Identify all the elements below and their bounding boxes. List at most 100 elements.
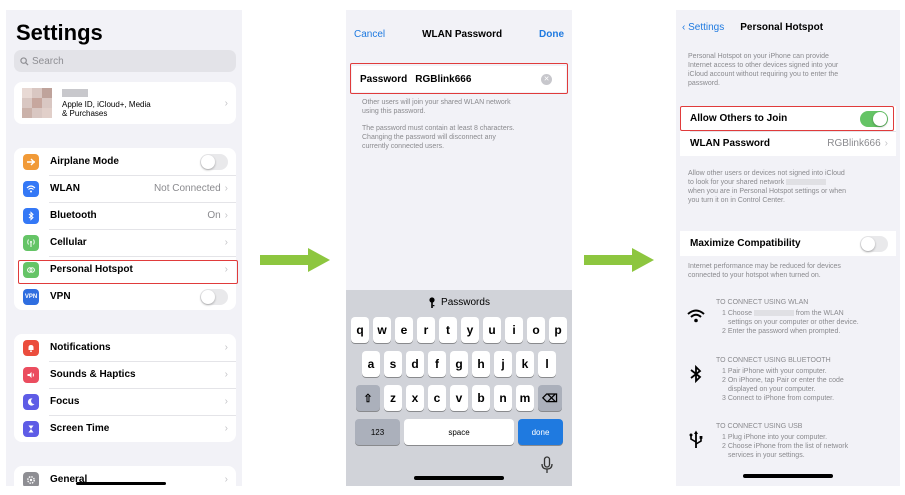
maximize-compatibility-toggle[interactable] [860, 235, 888, 252]
instruction-heading: TO CONNECT USING WLAN [716, 299, 809, 306]
wifi-icon [23, 180, 39, 197]
key-d[interactable]: d [406, 351, 424, 377]
key-k[interactable]: k [516, 351, 534, 377]
instruction-step: 2 On iPhone, tap Pair or enter the code [722, 377, 844, 384]
allow-others-toggle[interactable] [860, 110, 888, 127]
bluetooth-instructions: TO CONNECT USING BLUETOOTH 1 Pair iPhone… [686, 356, 844, 403]
key-p[interactable]: p [549, 317, 567, 343]
settings-item-label: Bluetooth [50, 210, 97, 221]
search-input[interactable]: Search [14, 50, 236, 72]
numbers-key[interactable]: 123 [355, 419, 400, 445]
chevron-right-icon: › [884, 138, 888, 149]
focus-icon [23, 393, 39, 410]
settings-item-cellular[interactable]: Cellular › [14, 229, 236, 256]
key-t[interactable]: t [439, 317, 457, 343]
key-h[interactable]: h [472, 351, 490, 377]
key-z[interactable]: z [384, 385, 402, 411]
sounds-icon [23, 366, 39, 383]
key-s[interactable]: s [384, 351, 402, 377]
settings-item-notifications[interactable]: Notifications › [14, 334, 236, 361]
shift-icon[interactable]: ⇧ [356, 385, 380, 411]
navigation-bar: ‹ Settings Personal Hotspot [682, 22, 823, 33]
key-g[interactable]: g [450, 351, 468, 377]
vpn-toggle[interactable] [200, 288, 228, 305]
key-w[interactable]: w [373, 317, 391, 343]
settings-item-screen-time[interactable]: Screen Time › [14, 415, 236, 442]
settings-item-airplane-mode[interactable]: Airplane Mode [14, 148, 236, 175]
chevron-right-icon: › [224, 183, 228, 194]
chevron-right-icon: › [224, 264, 228, 275]
instruction-step: 2 Choose iPhone from the list of network [722, 443, 849, 450]
passwords-label: Passwords [441, 297, 490, 308]
wlan-password-row[interactable]: WLAN Password RGBlink666 › [680, 131, 896, 156]
settings-item-bluetooth[interactable]: Bluetooth On › [14, 202, 236, 229]
note-line: Other users will join your shared WLAN n… [362, 99, 511, 106]
apple-id-group: Apple ID, iCloud+, Media & Purchases › [14, 82, 236, 124]
instruction-step: 2 Enter the password when prompted. [722, 328, 841, 335]
passwords-bar[interactable]: Passwords [346, 290, 572, 315]
settings-screen: Settings Search Apple ID, iCloud+, Media… [6, 10, 242, 486]
compatibility-group: Maximize Compatibility [680, 231, 896, 256]
chevron-right-icon: › [224, 423, 228, 434]
clear-icon[interactable]: ✕ [541, 73, 552, 85]
key-o[interactable]: o [527, 317, 545, 343]
password-field[interactable]: Password RGBlink666 ✕ [352, 66, 566, 92]
note-line: to look for your shared network [688, 179, 785, 186]
wlan-password-value: RGBlink666 [827, 138, 881, 149]
airplane-mode-toggle[interactable] [200, 153, 228, 170]
avatar [22, 88, 52, 118]
key-e[interactable]: e [395, 317, 413, 343]
microphone-icon[interactable] [540, 456, 554, 474]
allow-others-row[interactable]: Allow Others to Join [680, 106, 896, 131]
blurred-network-name [753, 310, 794, 317]
keyboard-done-key[interactable]: done [518, 419, 563, 445]
settings-item-personal-hotspot[interactable]: Personal Hotspot › [14, 256, 236, 283]
chevron-right-icon: › [224, 97, 228, 109]
key-q[interactable]: q [351, 317, 369, 343]
note-line: currently connected users. [362, 143, 445, 150]
key-a[interactable]: a [362, 351, 380, 377]
instruction-step: from the WLAN [795, 310, 844, 317]
cancel-button[interactable]: Cancel [354, 29, 385, 40]
key-u[interactable]: u [483, 317, 501, 343]
back-button[interactable]: ‹ Settings [682, 22, 724, 33]
key-b[interactable]: b [472, 385, 490, 411]
key-j[interactable]: j [494, 351, 512, 377]
key-r[interactable]: r [417, 317, 435, 343]
settings-item-label: Screen Time [50, 423, 110, 434]
apple-id-row[interactable]: Apple ID, iCloud+, Media & Purchases › [14, 82, 236, 124]
key-y[interactable]: y [461, 317, 479, 343]
key-m[interactable]: m [516, 385, 534, 411]
key-v[interactable]: v [450, 385, 468, 411]
password-value: RGBlink666 [415, 73, 472, 85]
key-c[interactable]: c [428, 385, 446, 411]
settings-item-focus[interactable]: Focus › [14, 388, 236, 415]
search-placeholder: Search [32, 55, 64, 67]
space-key[interactable]: space [404, 419, 514, 445]
back-label: Settings [688, 22, 725, 33]
home-indicator [743, 474, 833, 478]
maximize-compatibility-label: Maximize Compatibility [690, 238, 801, 249]
note-line: Allow other users or devices not signed … [688, 170, 845, 177]
settings-item-wlan[interactable]: WLAN Not Connected › [14, 175, 236, 202]
settings-item-label: WLAN [50, 183, 80, 194]
key-x[interactable]: x [406, 385, 424, 411]
gear-icon [23, 471, 39, 486]
arrow-right-icon [260, 248, 330, 272]
done-button[interactable]: Done [539, 29, 564, 40]
settings-item-vpn[interactable]: VPN VPN [14, 283, 236, 310]
page-title: Personal Hotspot [740, 22, 824, 33]
settings-item-sounds-haptics[interactable]: Sounds & Haptics › [14, 361, 236, 388]
key-l[interactable]: l [538, 351, 556, 377]
hotspot-intro: Personal Hotspot on your iPhone can prov… [688, 52, 838, 88]
delete-icon[interactable]: ⌫ [538, 385, 562, 411]
key-i[interactable]: i [505, 317, 523, 343]
airplane-icon [23, 153, 39, 170]
maximize-compatibility-row[interactable]: Maximize Compatibility [680, 231, 896, 256]
key-f[interactable]: f [428, 351, 446, 377]
intro-line: iCloud account without requiring you to … [688, 71, 839, 78]
hotspot-settings-group: Allow Others to Join WLAN Password RGBli… [680, 106, 896, 156]
settings-item-label: Cellular [50, 237, 87, 248]
key-n[interactable]: n [494, 385, 512, 411]
intro-line: Personal Hotspot on your iPhone can prov… [688, 53, 829, 60]
